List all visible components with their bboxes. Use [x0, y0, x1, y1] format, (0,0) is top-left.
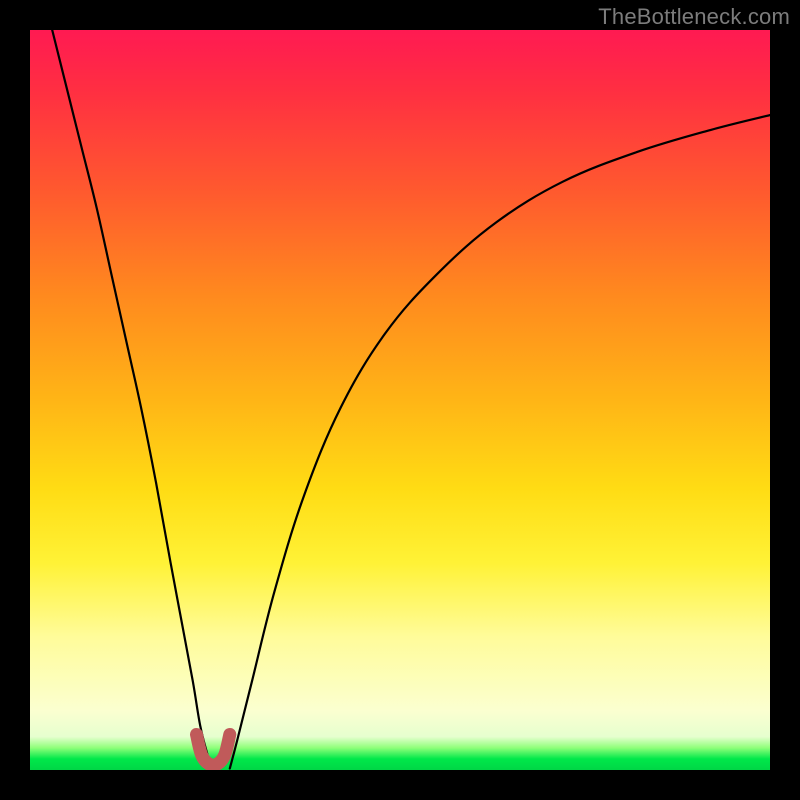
- chart-frame: TheBottleneck.com: [0, 0, 800, 800]
- right-branch-line: [230, 115, 770, 768]
- series-left-branch: [52, 30, 211, 769]
- attribution-text: TheBottleneck.com: [598, 4, 790, 30]
- series-trough-marker: [197, 734, 230, 765]
- chart-canvas: [30, 30, 770, 770]
- trough-marker-line: [197, 734, 230, 765]
- plot-area: [30, 30, 770, 770]
- series-right-branch: [230, 115, 770, 768]
- left-branch-line: [52, 30, 211, 769]
